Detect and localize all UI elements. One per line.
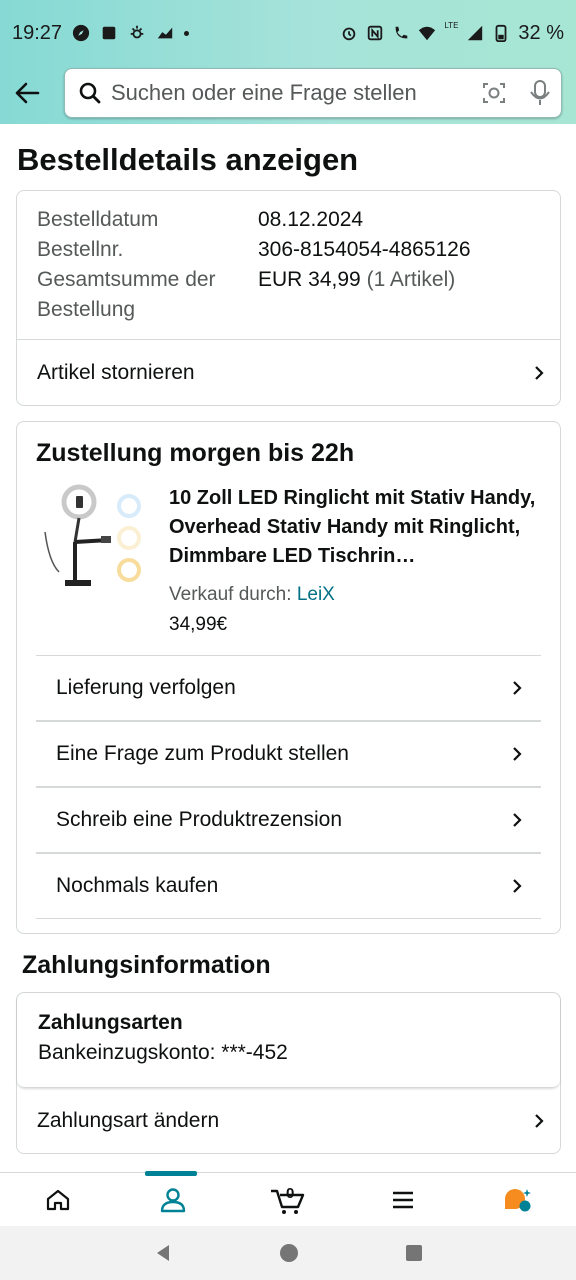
more-notifications-icon xyxy=(184,30,190,36)
cart-count: 0 xyxy=(286,1185,295,1202)
rufus-icon xyxy=(505,1188,532,1211)
write-review-link[interactable]: Schreib eine Produktrezension xyxy=(17,788,560,852)
delivery-heading: Zustellung morgen bis 22h xyxy=(36,439,355,467)
wifi-calling-icon xyxy=(395,26,408,39)
delivery-card: Zustellung morgen bis 22h 10 Zoll LED Ri… xyxy=(16,421,561,934)
mic-icon[interactable] xyxy=(529,79,551,107)
notification-square-icon xyxy=(102,26,116,40)
payment-card: Zahlungsarten Bankeinzugskonto: ***-452 … xyxy=(16,992,561,1154)
product-image[interactable] xyxy=(39,482,147,594)
nav-account[interactable] xyxy=(115,1171,230,1226)
seller-prefix: Verkauf durch: xyxy=(169,584,292,605)
weather-icon xyxy=(130,25,144,39)
status-time: 19:27 xyxy=(12,21,63,44)
chevron-right-icon xyxy=(513,681,522,695)
order-total: EUR 34,99 (1 Artikel) xyxy=(258,265,455,295)
change-payment-label: Zahlungsart ändern xyxy=(37,1109,220,1132)
battery-percent: 32 % xyxy=(518,21,564,44)
active-tab-indicator xyxy=(145,1171,198,1176)
app-header: 19:27 LTE 32 % Suchen oder eine Frage st… xyxy=(0,0,576,124)
cancel-items-label: Artikel stornieren xyxy=(37,361,195,384)
divider xyxy=(36,918,541,919)
trend-icon xyxy=(157,27,173,39)
system-recents-icon[interactable] xyxy=(405,1244,423,1262)
order-total-value: EUR 34,99 xyxy=(258,268,361,291)
product-price: 34,99€ xyxy=(169,614,228,635)
menu-icon xyxy=(393,1191,414,1208)
network-type: LTE xyxy=(444,20,459,30)
status-bar: 19:27 LTE 32 % xyxy=(0,0,576,66)
seller-info: Verkauf durch: LeiX xyxy=(169,584,335,606)
home-icon xyxy=(46,1189,69,1210)
system-back-icon[interactable] xyxy=(153,1243,173,1263)
nav-menu[interactable] xyxy=(346,1173,461,1226)
action-label: Lieferung verfolgen xyxy=(56,676,236,699)
nfc-icon xyxy=(368,25,383,41)
chevron-right-icon xyxy=(513,813,522,827)
order-number-value: 306-8154054-4865126 xyxy=(258,238,471,261)
order-number-label: Bestellnr. xyxy=(37,238,124,261)
system-home-icon[interactable] xyxy=(279,1243,299,1263)
cancel-items-link[interactable]: Artikel stornieren xyxy=(17,340,560,406)
page-title: Bestelldetails anzeigen xyxy=(17,142,359,177)
action-label: Nochmals kaufen xyxy=(56,874,219,897)
ask-question-link[interactable]: Eine Frage zum Produkt stellen xyxy=(17,722,560,786)
order-total-label: Gesamtsumme der Bestellung xyxy=(37,268,216,321)
search-row: Suchen oder eine Frage stellen xyxy=(0,66,576,120)
action-label: Eine Frage zum Produkt stellen xyxy=(56,742,349,765)
order-summary-card: Bestelldatum 08.12.2024 Bestellnr. 306-8… xyxy=(16,190,561,406)
order-date-value: 08.12.2024 xyxy=(258,208,364,231)
alarm-icon xyxy=(343,27,356,41)
payment-method-value: Bankeinzugskonto: ***-452 xyxy=(38,1041,288,1064)
compass-icon xyxy=(72,24,90,42)
order-item-count: (1 Artikel) xyxy=(366,268,456,291)
search-icon xyxy=(79,82,101,104)
back-button[interactable] xyxy=(2,68,52,118)
battery-icon xyxy=(496,24,507,42)
search-input[interactable]: Suchen oder eine Frage stellen xyxy=(64,68,562,118)
bottom-nav: 0 xyxy=(0,1171,576,1226)
chevron-right-icon xyxy=(513,879,522,893)
nav-home[interactable] xyxy=(0,1173,115,1226)
chevron-right-icon xyxy=(535,1114,544,1128)
camera-icon[interactable] xyxy=(481,80,507,106)
action-label: Schreib eine Produktrezension xyxy=(56,808,343,831)
buy-again-link[interactable]: Nochmals kaufen xyxy=(17,854,560,918)
search-placeholder: Suchen oder eine Frage stellen xyxy=(111,80,417,105)
change-payment-link[interactable]: Zahlungsart ändern xyxy=(17,1089,560,1153)
signal-icon xyxy=(468,25,483,41)
nav-cart[interactable]: 0 xyxy=(230,1173,345,1226)
back-arrow-icon xyxy=(15,82,40,104)
seller-link[interactable]: LeiX xyxy=(297,584,335,605)
account-icon xyxy=(160,1187,185,1212)
chevron-right-icon xyxy=(535,366,544,380)
payment-methods-label: Zahlungsarten xyxy=(38,1011,183,1034)
payment-heading: Zahlungsinformation xyxy=(22,951,271,979)
system-navigation-bar xyxy=(0,1226,576,1280)
product-title[interactable]: 10 Zoll LED Ringlicht mit Stativ Handy, … xyxy=(169,484,549,571)
nav-rufus[interactable] xyxy=(461,1173,576,1226)
track-delivery-link[interactable]: Lieferung verfolgen xyxy=(17,656,560,720)
order-date-label: Bestelldatum xyxy=(37,208,159,231)
wifi-icon xyxy=(419,26,436,41)
payment-methods-box: Zahlungsarten Bankeinzugskonto: ***-452 xyxy=(17,993,560,1088)
chevron-right-icon xyxy=(513,747,522,761)
